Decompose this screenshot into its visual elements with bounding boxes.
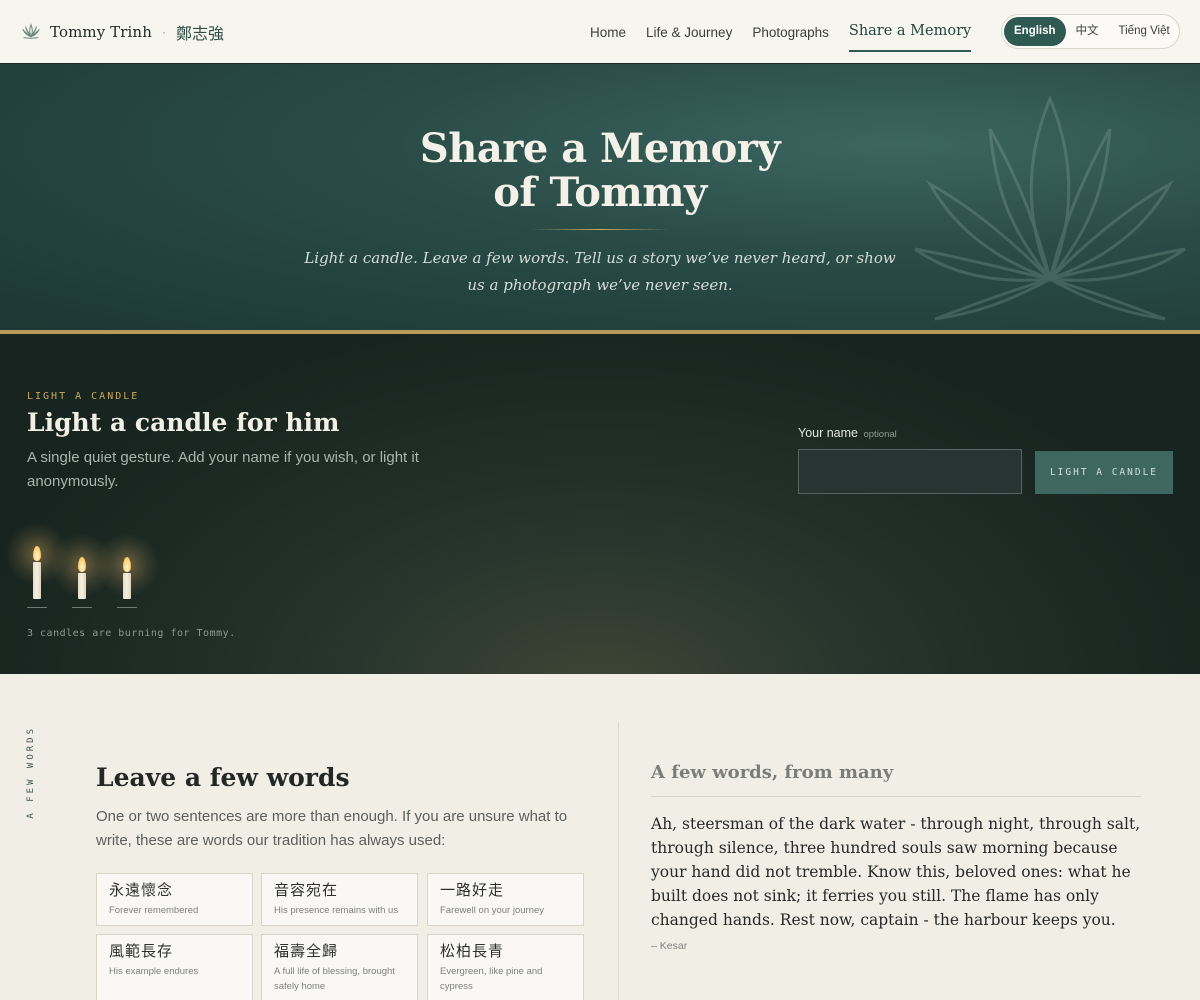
language-switcher: English 中文 Tiếng Việt [1001,14,1180,49]
lang-english[interactable]: English [1004,17,1066,46]
brand-name: Tommy Trinh [50,23,152,41]
phrase-chinese: 音容宛在 [274,881,339,899]
words-title: Leave a few words [96,763,350,792]
message-quote: Ah, steersman of the dark water - throug… [651,815,1141,929]
name-label-text: Your name [798,426,858,440]
candle-eyebrow: LIGHT A CANDLE [27,391,140,402]
title-divider [530,229,670,230]
candle-description: A single quiet gesture. Add your name if… [27,449,419,490]
site-header: Tommy Trinh · 鄭志強 Home Life & Journey Ph… [0,0,1200,64]
messages-divider [651,796,1141,797]
column-divider [618,722,619,1000]
name-input[interactable] [798,449,1022,494]
brand[interactable]: Tommy Trinh · 鄭志強 [20,20,224,44]
page-title: Share a Memory of Tommy [0,127,1200,215]
lotus-logo-icon [22,23,40,39]
page-title-line-2: of Tommy [493,169,707,216]
hero-banner: Share a Memory of Tommy Light a candle. … [0,64,1200,332]
brand-chinese-name: 鄭志強 [175,24,224,43]
light-candle-button[interactable]: LIGHT A CANDLE [1035,451,1173,494]
lang-chinese[interactable]: 中文 [1066,17,1109,46]
phrase-chip[interactable]: 風範長存 His example endures [96,934,253,1000]
messages-title: A few words, from many [651,762,894,783]
section-side-label: A FEW WORDS [26,726,36,819]
phrase-english: A full life of blessing, brought safely … [274,966,395,992]
phrase-chip[interactable]: 福壽全歸 A full life of blessing, brought sa… [261,934,418,1000]
main-nav: Home Life & Journey Photographs Share a … [590,0,972,64]
page-title-line-1: Share a Memory [419,125,781,172]
candle-flame-icon [78,557,86,572]
phrase-chinese: 一路好走 [440,881,505,899]
candle-count-text: 3 candles are burning for Tommy. [27,628,236,639]
candle-flame-icon [123,557,131,572]
phrase-chinese: 風範長存 [109,942,174,960]
nav-home[interactable]: Home [590,25,626,40]
hero-subtitle: Light a candle. Leave a few words. Tell … [304,249,896,294]
candle-flame-icon [33,546,41,561]
nav-share-memory[interactable]: Share a Memory [848,23,972,52]
phrase-chinese: 福壽全歸 [274,942,339,960]
phrase-chinese: 永遠懷念 [109,881,174,899]
candle-section: LIGHT A CANDLE Light a candle for him A … [0,334,1200,674]
phrase-chinese: 松柏長青 [440,942,505,960]
words-section: A FEW WORDS Leave a few words One or two… [0,674,1200,1000]
words-description: One or two sentences are more than enoug… [96,808,568,849]
phrase-english: Farewell on your journey [440,905,545,916]
phrase-chip[interactable]: 松柏長青 Evergreen, like pine and cypress [427,934,584,1000]
candle-title: Light a candle for him [27,408,340,437]
nav-photographs[interactable]: Photographs [752,25,829,40]
phrase-english: His presence remains with us [274,905,399,916]
phrase-english: Forever remembered [109,905,199,916]
lang-vietnamese[interactable]: Tiếng Việt [1109,17,1180,46]
phrase-english: Evergreen, like pine and cypress [440,966,543,992]
name-optional-hint: optional [863,429,897,440]
brand-separator: · [161,25,166,39]
nav-life-journey[interactable]: Life & Journey [646,25,732,40]
name-field-label: Your name optional [798,426,897,440]
phrase-chip[interactable]: 一路好走 Farewell on your journey [427,873,584,926]
phrase-english: His example endures [109,966,199,977]
phrase-chip[interactable]: 永遠懷念 Forever remembered [96,873,253,926]
message-author: – Kesar [651,940,688,952]
phrase-chip[interactable]: 音容宛在 His presence remains with us [261,873,418,926]
